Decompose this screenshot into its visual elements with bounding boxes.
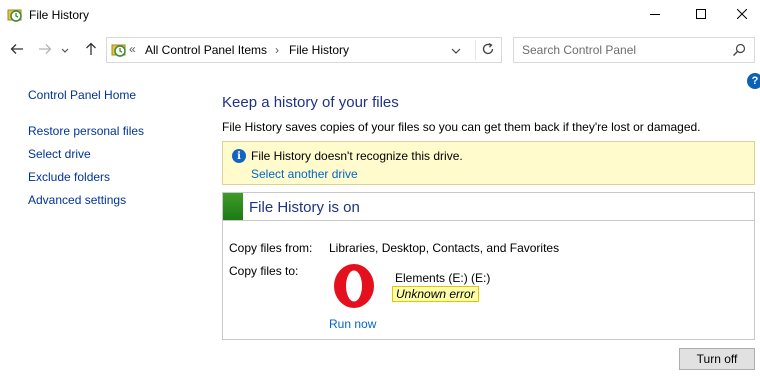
status-title: File History is on	[249, 199, 360, 216]
close-icon	[736, 8, 748, 22]
page-title: Keep a history of your files	[222, 94, 399, 111]
sidebar-item-advanced-settings[interactable]: Advanced settings	[28, 193, 126, 207]
window-title: File History	[29, 8, 90, 22]
select-another-drive-link[interactable]: Select another drive	[251, 167, 358, 181]
search-input[interactable]	[522, 42, 722, 58]
title-bar: File History	[0, 0, 760, 30]
copy-to-label: Copy files to:	[229, 264, 299, 278]
info-bar: i File History doesn't recognize this dr…	[222, 141, 755, 185]
sidebar-item-select-drive[interactable]: Select drive	[28, 147, 91, 161]
arrow-left-icon	[10, 43, 24, 58]
copy-from-value: Libraries, Desktop, Contacts, and Favori…	[329, 241, 560, 255]
breadcrumb-overflow[interactable]: «	[129, 42, 136, 56]
info-message: File History doesn't recognize this driv…	[251, 149, 463, 163]
address-dropdown-button[interactable]	[445, 40, 467, 60]
address-bar[interactable]: « All Control Panel Items › File History	[106, 37, 502, 63]
minimize-button[interactable]	[632, 0, 678, 30]
refresh-icon	[481, 42, 495, 59]
up-button[interactable]	[80, 38, 102, 62]
breadcrumb-file-history[interactable]: File History	[289, 43, 349, 57]
status-panel: File History is on Copy files from: Libr…	[222, 192, 755, 340]
back-button[interactable]	[6, 38, 28, 62]
chevron-down-icon	[451, 43, 461, 57]
page-description: File History saves copies of your files …	[222, 120, 701, 134]
sidebar-item-restore-personal-files[interactable]: Restore personal files	[28, 124, 144, 138]
arrow-up-icon	[85, 42, 97, 59]
drive-error-status: Unknown error	[392, 286, 479, 302]
refresh-button[interactable]	[475, 40, 499, 60]
close-button[interactable]	[724, 0, 760, 30]
status-indicator	[223, 193, 243, 220]
help-icon[interactable]: ?	[747, 73, 760, 89]
maximize-button[interactable]	[678, 0, 724, 30]
turn-off-button[interactable]: Turn off	[679, 348, 755, 370]
chevron-down-icon	[61, 43, 69, 57]
copy-from-label: Copy files from:	[229, 241, 313, 255]
file-history-icon	[111, 42, 127, 58]
search-box[interactable]	[513, 37, 755, 63]
info-icon: i	[232, 149, 246, 163]
maximize-icon	[696, 8, 706, 22]
sidebar-item-exclude-folders[interactable]: Exclude folders	[28, 170, 110, 184]
status-header: File History is on	[223, 193, 754, 221]
breadcrumb-all-control-panel-items[interactable]: All Control Panel Items	[145, 43, 267, 57]
recent-locations-button[interactable]	[58, 38, 72, 62]
search-icon[interactable]	[732, 43, 746, 57]
run-now-link[interactable]: Run now	[329, 317, 376, 331]
opera-logo-icon	[331, 263, 377, 309]
file-history-icon	[7, 7, 23, 23]
sidebar-item-control-panel-home[interactable]: Control Panel Home	[28, 88, 136, 102]
forward-button[interactable]	[34, 38, 56, 62]
breadcrumb-separator[interactable]: ›	[275, 43, 279, 57]
minimize-icon	[650, 8, 660, 22]
drive-name: Elements (E:) (E:)	[395, 271, 491, 285]
arrow-right-icon	[38, 43, 52, 58]
